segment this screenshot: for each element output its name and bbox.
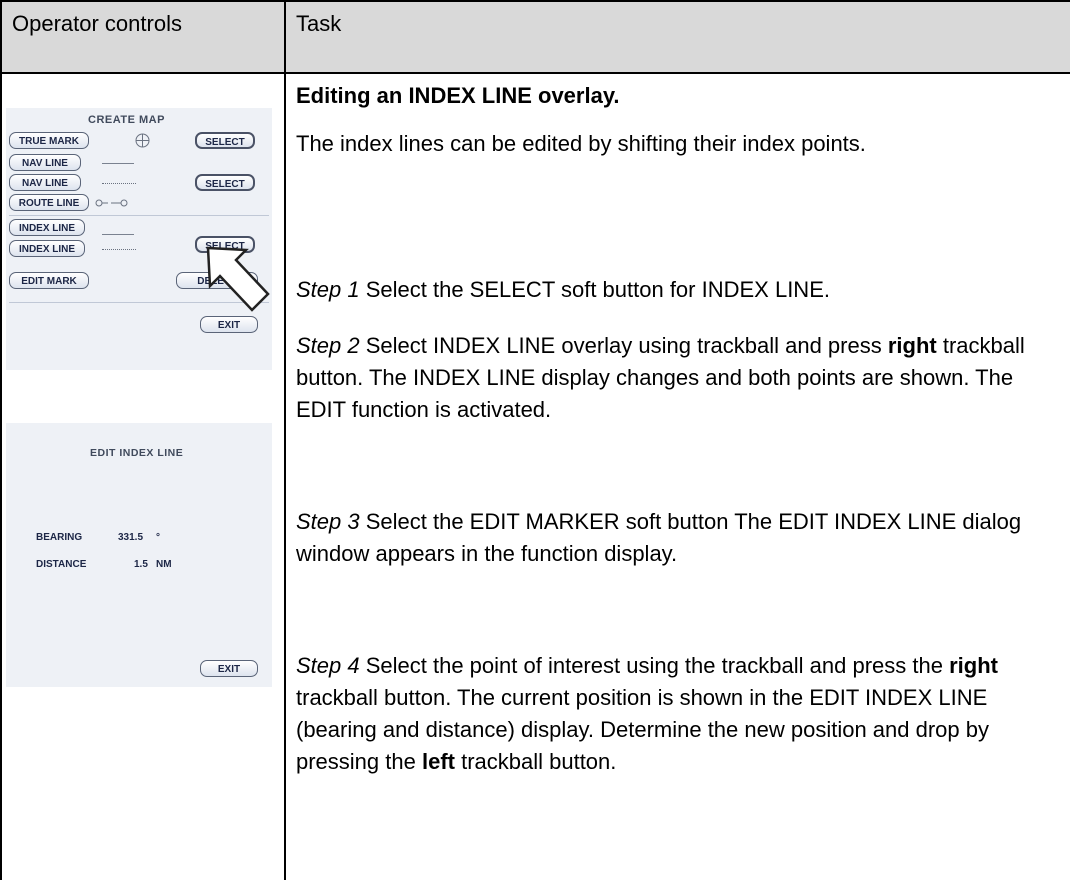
table-top-border [0,0,1070,2]
exit-button[interactable]: EXIT [200,316,258,333]
solid-index-line-icon [102,234,134,235]
pointer-arrow-icon [206,246,270,312]
crosshair-mark-icon [135,133,150,148]
nav-line-dotted-button[interactable]: NAV LINE [9,174,81,191]
step-2-bold: right [887,333,937,358]
table-header-divider [0,72,1070,74]
distance-unit: NM [156,559,172,570]
index-line-solid-button[interactable]: INDEX LINE [9,219,85,236]
column-header-task: Task [296,11,342,36]
column-header-operator-controls: Operator controls [12,11,182,36]
bearing-value: 331.5 [118,532,144,543]
step-4-bold-1: right [949,653,998,678]
step-1-label: Step 1 [296,277,360,302]
step-4: Step 4 Select the point of interest usin… [296,650,1066,778]
create-map-title: CREATE MAP [88,114,165,126]
route-line-button[interactable]: ROUTE LINE [9,194,89,211]
step-4-bold-2: left [421,749,455,774]
step-1-text: Select the SELECT soft button for INDEX … [359,277,830,302]
step-3-label: Step 3 [296,509,360,534]
table-left-border [0,0,2,880]
step-2: Step 2 Select INDEX LINE overlay using t… [296,330,1066,426]
bearing-label: BEARING [36,532,83,543]
distance-label: DISTANCE [36,559,87,570]
select-true-mark-button[interactable]: SELECT [195,132,255,149]
solid-line-icon [102,163,134,164]
index-line-dotted-button[interactable]: INDEX LINE [9,240,85,257]
step-3-text: Select the EDIT MARKER soft button The E… [296,509,1022,566]
edit-index-line-panel: EDIT INDEX LINE BEARING 331.5 ° DISTANCE… [6,423,272,687]
task-intro: The index lines can be edited by shiftin… [296,128,1066,160]
route-line-icon [95,199,128,207]
task-intro-text: The index lines can be edited by shiftin… [296,131,866,156]
step-4-text-a: Select the point of interest using the t… [359,653,950,678]
edit-mark-button[interactable]: EDIT MARK [9,272,89,289]
dotted-index-line-icon [102,249,136,250]
step-3: Step 3 Select the EDIT MARKER soft butto… [296,506,1066,570]
nav-line-solid-button[interactable]: NAV LINE [9,154,81,171]
step-4-label: Step 4 [296,653,360,678]
step-1: Step 1 Select the SELECT soft button for… [296,274,1066,306]
true-mark-button[interactable]: TRUE MARK [9,132,89,149]
step-4-text-c: trackball button. [454,749,617,774]
bearing-unit: ° [156,532,160,543]
distance-value: 1.5 [134,559,148,570]
table-column-divider [284,0,286,880]
panel-separator [9,215,269,216]
edit-index-exit-button[interactable]: EXIT [200,660,258,677]
step-2-label: Step 2 [296,333,360,358]
edit-index-line-title: EDIT INDEX LINE [90,447,184,459]
step-4-text-b: trackball button. The current position i… [296,685,989,774]
dotted-line-icon [102,183,136,184]
select-nav-line-button[interactable]: SELECT [195,174,255,191]
task-heading-text: Editing an INDEX LINE overlay. [296,83,620,108]
step-2-text-a: Select INDEX LINE overlay using trackbal… [359,333,888,358]
create-map-panel: CREATE MAP TRUE MARK SELECT NAV LINE NAV… [6,108,272,370]
task-heading: Editing an INDEX LINE overlay. [296,80,1066,112]
